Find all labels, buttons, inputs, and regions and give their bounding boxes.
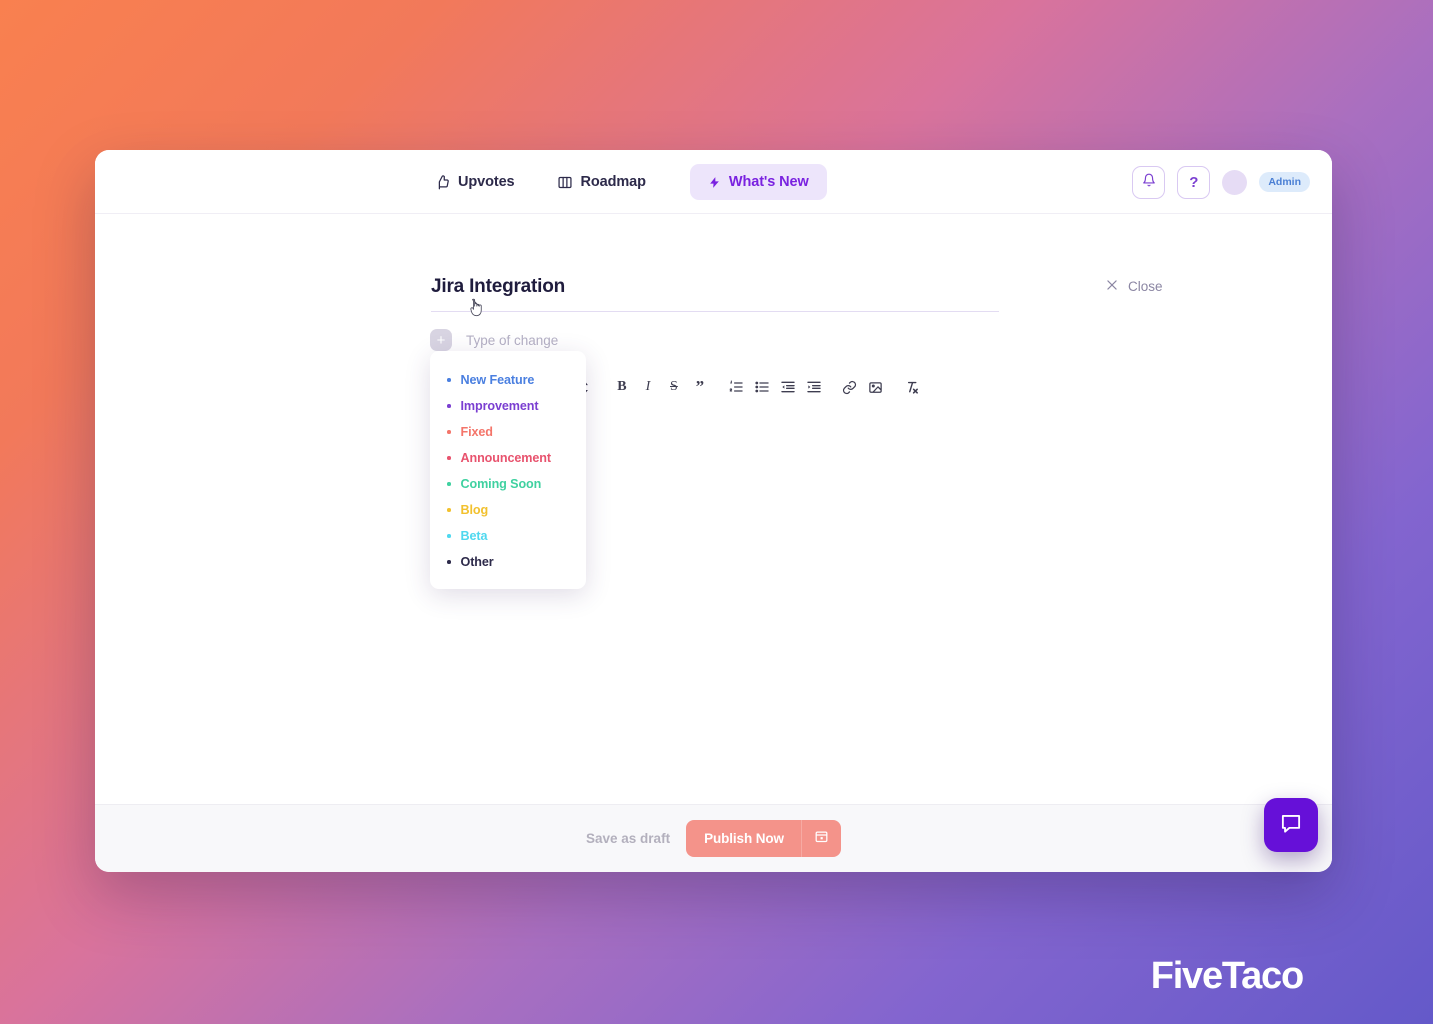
editor-body: Close + Type of change New Feature Impro… (95, 214, 1332, 804)
nav-right-cluster: ? Admin (1132, 150, 1310, 214)
strikethrough-icon[interactable]: S (661, 374, 687, 400)
dropdown-item-fixed[interactable]: Fixed (430, 419, 586, 445)
outdent-icon[interactable] (775, 374, 801, 400)
nav-tab-whats-new[interactable]: What's New (689, 164, 827, 200)
dropdown-item-label: Improvement (460, 399, 539, 413)
ordered-list-icon[interactable] (723, 374, 749, 400)
schedule-publish-button[interactable] (800, 820, 841, 857)
editor-footer: Save as draft Publish Now (95, 804, 1332, 872)
dropdown-item-label: Beta (460, 529, 488, 543)
type-of-change-row[interactable]: + Type of change (430, 329, 558, 351)
post-title-input[interactable] (431, 276, 999, 312)
nav-tabs: Upvotes Roadmap What's New (431, 150, 827, 214)
dropdown-item-blog[interactable]: Blog (430, 497, 586, 523)
dropdown-item-label: New Feature (460, 373, 535, 387)
type-of-change-dropdown: New Feature Improvement Fixed Announceme… (430, 351, 586, 589)
dropdown-item-label: Blog (460, 503, 489, 517)
help-button-label: ? (1189, 173, 1199, 191)
clear-format-icon[interactable] (899, 374, 925, 400)
notifications-button[interactable] (1132, 165, 1166, 199)
brand-logo: FiveTaco (1150, 955, 1305, 997)
thumbs-up-icon (435, 174, 450, 190)
bold-glyph: B (617, 379, 627, 394)
bullet-dot-icon (447, 456, 451, 460)
chat-widget-button[interactable] (1264, 798, 1318, 852)
add-type-plus-icon[interactable]: + (430, 329, 452, 351)
avatar[interactable] (1222, 169, 1248, 195)
bullet-dot-icon (447, 508, 451, 512)
dropdown-item-beta[interactable]: Beta (430, 523, 586, 549)
calendar-icon (814, 829, 829, 849)
lightning-bolt-icon (708, 175, 721, 190)
link-icon[interactable] (837, 374, 863, 400)
bullet-list-icon[interactable] (749, 374, 775, 400)
strikethrough-glyph: S (670, 379, 678, 394)
dropdown-item-label: Fixed (460, 425, 494, 439)
columns-icon (557, 175, 573, 190)
dropdown-item-label: Coming Soon (460, 477, 542, 491)
dropdown-item-coming-soon[interactable]: Coming Soon (430, 471, 586, 497)
dropdown-item-new-feature[interactable]: New Feature (430, 367, 586, 393)
close-button[interactable]: Close (1105, 278, 1163, 295)
bullet-dot-icon (447, 534, 451, 538)
dropdown-item-label: Announcement (460, 451, 552, 465)
nav-tab-upvotes[interactable]: Upvotes (431, 172, 519, 192)
bell-icon (1142, 173, 1156, 191)
italic-icon[interactable]: I (635, 374, 661, 400)
blockquote-glyph: ” (695, 376, 705, 396)
type-of-change-placeholder: Type of change (466, 332, 559, 348)
nav-tab-upvotes-label: Upvotes (458, 174, 515, 190)
blockquote-icon[interactable]: ” (687, 374, 713, 400)
bullet-dot-icon (447, 430, 451, 434)
close-icon (1105, 278, 1119, 295)
bullet-dot-icon (447, 378, 451, 382)
app-window: Upvotes Roadmap What's New ? Admin Jira … (95, 150, 1332, 872)
bold-icon[interactable]: B (609, 374, 635, 400)
role-badge[interactable]: Admin (1259, 172, 1310, 192)
publish-button-group: Publish Now (686, 820, 841, 857)
close-button-label: Close (1128, 279, 1163, 294)
dropdown-item-other[interactable]: Other (430, 549, 586, 575)
italic-glyph: I (645, 379, 651, 394)
indent-icon[interactable] (801, 374, 827, 400)
bullet-dot-icon (447, 560, 451, 564)
help-button[interactable]: ? (1177, 165, 1211, 199)
bullet-dot-icon (447, 404, 451, 408)
dropdown-item-announcement[interactable]: Announcement (430, 445, 586, 471)
bullet-dot-icon (447, 482, 451, 486)
top-navigation-bar: Upvotes Roadmap What's New ? Admin (95, 150, 1332, 214)
save-as-draft-button[interactable]: Save as draft (586, 831, 670, 846)
nav-tab-roadmap[interactable]: Roadmap (553, 172, 650, 192)
dropdown-item-improvement[interactable]: Improvement (430, 393, 586, 419)
title-row (431, 276, 1001, 312)
chat-bubble-icon (1278, 810, 1304, 841)
nav-tab-roadmap-label: Roadmap (580, 174, 646, 190)
nav-tab-whats-new-label: What's New (728, 174, 809, 190)
dropdown-item-label: Other (460, 555, 494, 569)
image-icon[interactable] (863, 374, 889, 400)
publish-now-button[interactable]: Publish Now (686, 820, 801, 857)
